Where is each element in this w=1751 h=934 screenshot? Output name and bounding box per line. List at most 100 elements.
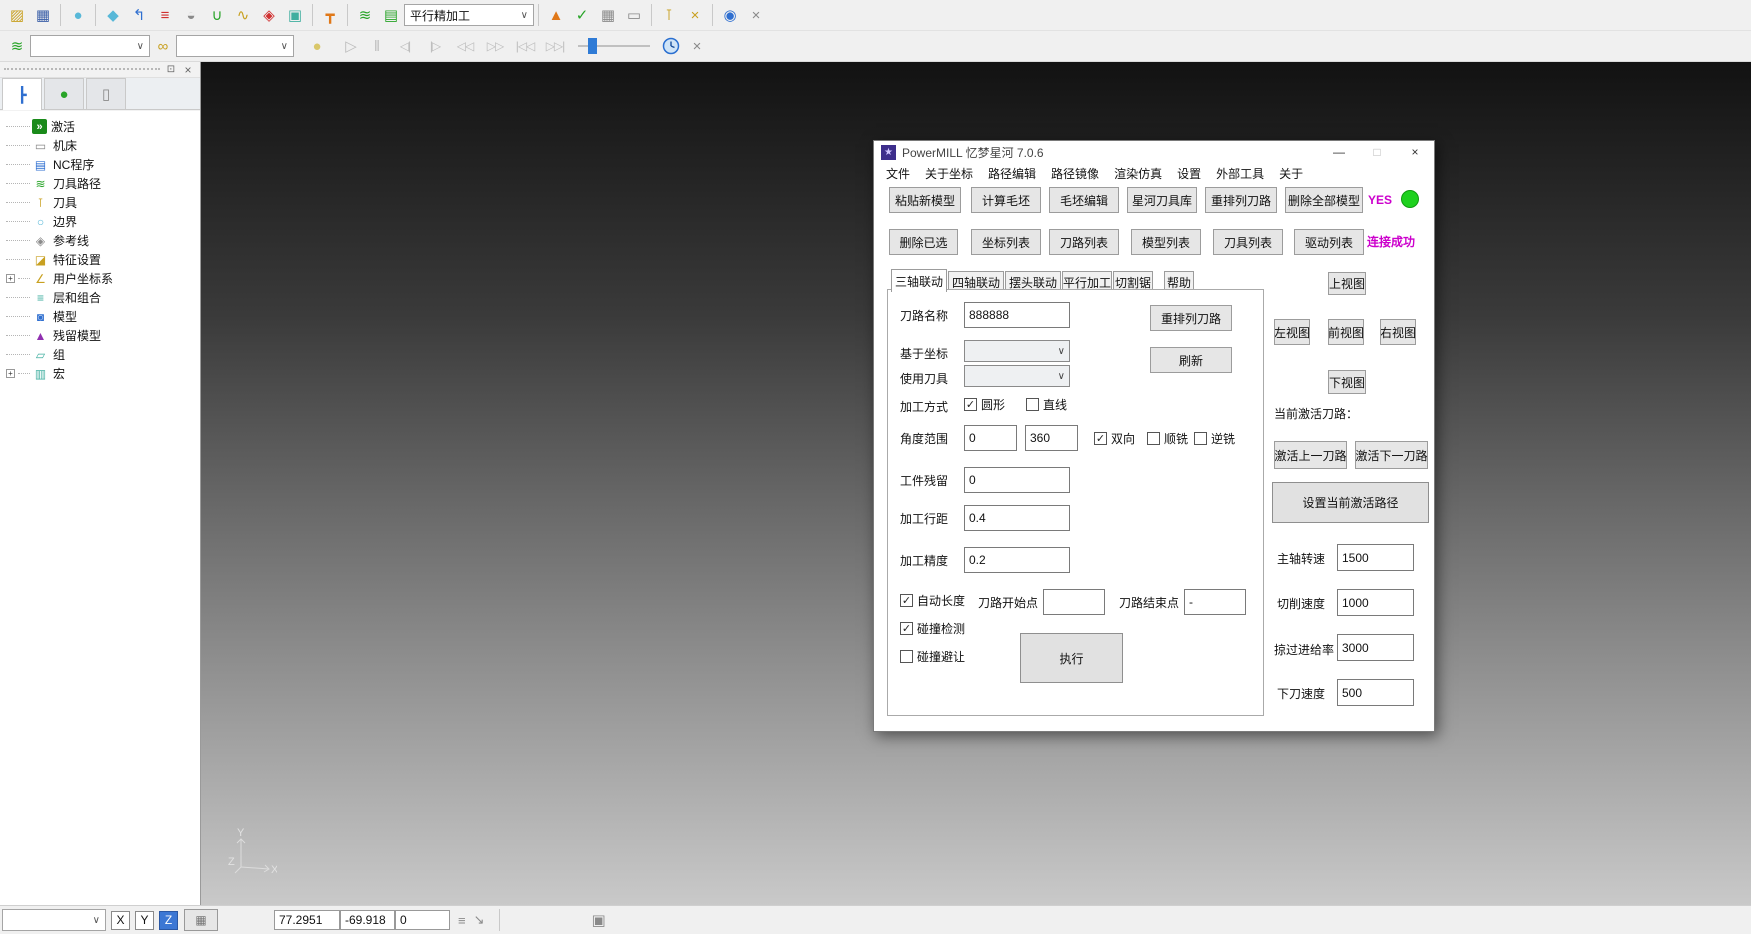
delete-all-models-button[interactable]: 删除全部模型 xyxy=(1285,187,1363,213)
coord-z-input[interactable]: 0 xyxy=(395,910,450,930)
menu-about[interactable]: 关于 xyxy=(1279,165,1303,182)
mode-circle-checkbox[interactable]: ✓圆形 xyxy=(964,396,1005,413)
tree-item-workplanes[interactable]: +∠用户坐标系 xyxy=(0,269,200,288)
draw-arrow-icon[interactable]: ↘ xyxy=(474,912,485,928)
menu-path-mirror[interactable]: 路径镜像 xyxy=(1051,165,1099,182)
view-bottom-button[interactable]: 下视图 xyxy=(1328,370,1366,394)
collision-check-icon[interactable]: ∪ xyxy=(204,2,230,28)
statusbar-select[interactable]: ∨ xyxy=(2,909,106,931)
dir-both-checkbox[interactable]: ✓双向 xyxy=(1094,430,1135,447)
pages-icon[interactable]: ▣ xyxy=(592,911,606,929)
tree-item-machine[interactable]: ▭机床 xyxy=(0,136,200,155)
clock-icon[interactable] xyxy=(662,37,680,55)
tool-holder-icon[interactable]: ┳ xyxy=(317,2,343,28)
axis-x-button[interactable]: X xyxy=(111,911,130,930)
auto-length-checkbox[interactable]: ✓自动长度 xyxy=(900,592,965,609)
minimize-icon[interactable]: — xyxy=(1320,141,1358,164)
expand-plus-icon[interactable]: + xyxy=(6,274,15,283)
tool-block-icon[interactable]: ▣ xyxy=(282,2,308,28)
menu-external-tools[interactable]: 外部工具 xyxy=(1216,165,1264,182)
tree-item-patterns[interactable]: ◈参考线 xyxy=(0,231,200,250)
tree-item-macros[interactable]: +▥宏 xyxy=(0,364,200,383)
tree-item-levels-sets[interactable]: ≡层和组合 xyxy=(0,288,200,307)
menu-path-edit[interactable]: 路径编辑 xyxy=(988,165,1036,182)
model-list-button[interactable]: 模型列表 xyxy=(1131,229,1201,255)
coord-y-input[interactable]: -69.918 xyxy=(340,910,395,930)
calculator-icon[interactable]: ▦ xyxy=(595,2,621,28)
close-panel-icon[interactable]: × xyxy=(181,63,195,77)
delete-selected-button[interactable]: 删除已选 xyxy=(889,229,958,255)
tool-list-button[interactable]: 刀具列表 xyxy=(1213,229,1283,255)
drive-list-button[interactable]: 驱动列表 xyxy=(1294,229,1364,255)
cutting-speed-input[interactable]: 1000 xyxy=(1337,589,1414,616)
menu-file[interactable]: 文件 xyxy=(886,165,910,182)
block-icon[interactable]: ◆ xyxy=(100,2,126,28)
stock-remain-input[interactable]: 0 xyxy=(964,467,1070,493)
sim-toolbar-close-icon[interactable]: × xyxy=(684,33,710,59)
list-lines-icon[interactable]: ≡ xyxy=(458,913,466,928)
step-back-icon[interactable]: ◁| xyxy=(390,33,420,59)
tree-item-stock-models[interactable]: ▲残留模型 xyxy=(0,326,200,345)
pause-icon[interactable]: ‖ xyxy=(364,33,390,59)
view-right-button[interactable]: 右视图 xyxy=(1380,319,1416,345)
tree-item-nc-programs[interactable]: ▤NC程序 xyxy=(0,155,200,174)
dir-conventional-checkbox[interactable]: 逆铣 xyxy=(1194,430,1235,447)
sim-speed-slider[interactable] xyxy=(578,37,650,55)
expand-plus-icon[interactable]: + xyxy=(6,369,15,378)
mode-line-checkbox[interactable]: 直线 xyxy=(1026,396,1067,413)
rearrange-button[interactable]: 重排列刀路 xyxy=(1150,305,1232,331)
base-coord-select[interactable]: ∨ xyxy=(964,340,1070,362)
slider-handle[interactable] xyxy=(588,38,597,54)
tree-item-groups[interactable]: ▱组 xyxy=(0,345,200,364)
activate-next-button[interactable]: 激活下一刀路 xyxy=(1355,441,1428,469)
tolerance-input[interactable]: 0.2 xyxy=(964,547,1070,573)
tree-item-boundaries[interactable]: ○边界 xyxy=(0,212,200,231)
open-project-icon[interactable]: ▨ xyxy=(4,2,30,28)
strategy-select[interactable]: 平行精加工 ∨ xyxy=(404,4,534,26)
tab-explorer-trash[interactable]: ▯ xyxy=(86,78,126,109)
shading-bulb-icon[interactable]: ● xyxy=(304,33,330,59)
plunge-speed-input[interactable]: 500 xyxy=(1337,679,1414,706)
stock-edit-button[interactable]: 毛坯编辑 xyxy=(1049,187,1119,213)
z-heights-icon[interactable]: ≡ xyxy=(152,2,178,28)
tab-3axis[interactable]: 三轴联动 xyxy=(891,269,947,292)
menu-settings[interactable]: 设置 xyxy=(1177,165,1201,182)
simulate-check-icon[interactable]: ✓ xyxy=(569,2,595,28)
end-point-input[interactable]: - xyxy=(1184,589,1246,615)
activate-prev-button[interactable]: 激活上一刀路 xyxy=(1274,441,1347,469)
tool-flame-icon[interactable]: ▲ xyxy=(543,2,569,28)
collision-avoid-checkbox[interactable]: 碰撞避让 xyxy=(900,648,965,665)
float-panel-icon[interactable]: ⊡ xyxy=(164,63,178,77)
rearrange-paths-button[interactable]: 重排列刀路 xyxy=(1205,187,1277,213)
set-active-path-button[interactable]: 设置当前激活路径 xyxy=(1272,482,1429,523)
start-point-input[interactable] xyxy=(1043,589,1105,615)
tree-item-toolpaths[interactable]: ≋刀具路径 xyxy=(0,174,200,193)
view-left-button[interactable]: 左视图 xyxy=(1274,319,1310,345)
sim-tool-select[interactable]: ∨ xyxy=(176,35,294,57)
sim-toolpath-select[interactable]: ∨ xyxy=(30,35,150,57)
curve-editor-icon[interactable]: ∿ xyxy=(230,2,256,28)
angle-from-input[interactable]: 0 xyxy=(964,425,1017,451)
go-to-start-icon[interactable]: |◁◁ xyxy=(510,33,540,59)
tree-item-models[interactable]: ◙模型 xyxy=(0,307,200,326)
angle-to-input[interactable]: 360 xyxy=(1025,425,1078,451)
tool-library-button[interactable]: 星河刀具库 xyxy=(1127,187,1197,213)
tree-item-tools[interactable]: ⊺刀具 xyxy=(0,193,200,212)
play-icon[interactable]: ▷ xyxy=(338,33,364,59)
close-icon[interactable]: × xyxy=(1396,141,1434,164)
tools-icon[interactable]: ⊺ xyxy=(656,2,682,28)
axis-z-button[interactable]: Z xyxy=(159,911,178,930)
pattern-points-icon[interactable]: ◈ xyxy=(256,2,282,28)
paste-new-model-button[interactable]: 粘贴新模型 xyxy=(889,187,961,213)
view-front-button[interactable]: 前视图 xyxy=(1328,319,1364,345)
ruler-icon[interactable]: ▭ xyxy=(621,2,647,28)
go-to-end-icon[interactable]: ▷▷| xyxy=(540,33,570,59)
calc-stock-button[interactable]: 计算毛坯 xyxy=(971,187,1041,213)
view-top-button[interactable]: 上视图 xyxy=(1328,272,1366,295)
toolbar-close-icon[interactable]: × xyxy=(743,2,769,28)
fast-forward-icon[interactable]: ▷▷ xyxy=(480,33,510,59)
toolpath-name-input[interactable]: 888888 xyxy=(964,302,1070,328)
menu-coords[interactable]: 关于坐标 xyxy=(925,165,973,182)
stepover-input[interactable]: 0.4 xyxy=(964,505,1070,531)
tree-item-feature-sets[interactable]: ◪特征设置 xyxy=(0,250,200,269)
